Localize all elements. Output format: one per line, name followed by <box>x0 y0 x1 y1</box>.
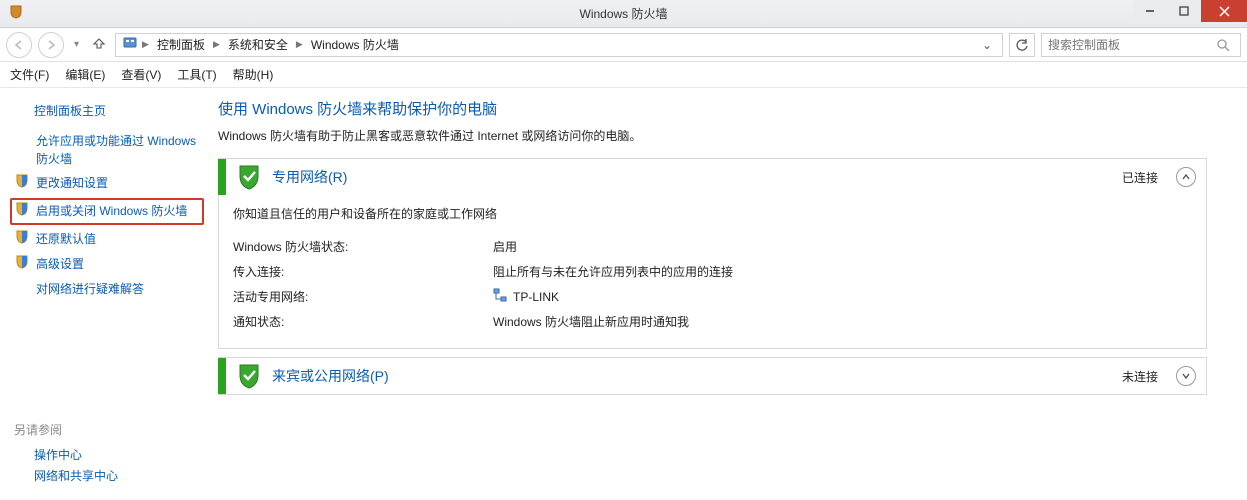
private-network-subtitle: 你知道且信任的用户和设备所在的家庭或工作网络 <box>233 205 1192 222</box>
forward-button[interactable] <box>38 32 64 58</box>
address-dropdown[interactable]: ⌄ <box>978 38 996 52</box>
row-notify-state: 通知状态: Windows 防火墙阻止新应用时通知我 <box>233 309 1192 334</box>
sidebar-item-label: 还原默认值 <box>36 230 200 248</box>
sidebar-advanced[interactable]: 高级设置 <box>14 252 200 277</box>
row-active-network: 活动专用网络: TP-LINK <box>233 284 1192 309</box>
refresh-icon <box>1015 38 1029 52</box>
sidebar-item-label: 高级设置 <box>36 255 200 273</box>
seealso-network-center[interactable]: 网络和共享中心 <box>14 465 118 486</box>
search-input[interactable] <box>1041 33 1241 57</box>
control-panel-home-link[interactable]: 控制面板主页 <box>34 102 200 119</box>
network-icon <box>493 288 507 305</box>
chevron-right-icon: ▶ <box>296 39 303 50</box>
up-button[interactable] <box>89 36 109 53</box>
menu-help[interactable]: 帮助(H) <box>233 66 274 83</box>
control-panel-icon <box>122 35 138 54</box>
expand-button[interactable] <box>1176 366 1196 386</box>
arrow-up-icon <box>92 36 106 50</box>
sidebar-change-notify[interactable]: 更改通知设置 <box>14 171 200 196</box>
shield-icon <box>14 202 30 221</box>
app-icon <box>6 5 26 22</box>
history-dropdown[interactable]: ▾ <box>70 39 83 50</box>
sidebar-troubleshoot[interactable]: 对网络进行疑难解答 <box>14 277 200 301</box>
menu-edit[interactable]: 编辑(E) <box>65 66 105 83</box>
breadcrumb[interactable]: ▶ 控制面板 ▶ 系统和安全 ▶ Windows 防火墙 ⌄ <box>115 33 1003 57</box>
public-network-status: 未连接 <box>1122 368 1158 385</box>
private-network-status: 已连接 <box>1122 169 1158 186</box>
shield-icon <box>14 174 30 193</box>
status-indicator-green <box>218 159 226 195</box>
sidebar-toggle-firewall[interactable]: 启用或关闭 Windows 防火墙 <box>10 198 204 225</box>
page-heading: 使用 Windows 防火墙来帮助保护你的电脑 <box>218 98 1207 119</box>
crumb-firewall[interactable]: Windows 防火墙 <box>307 36 403 53</box>
chevron-up-icon <box>1181 172 1191 182</box>
search-field[interactable] <box>1048 38 1216 52</box>
row-incoming: 传入连接: 阻止所有与未在允许应用列表中的应用的连接 <box>233 259 1192 284</box>
sidebar-item-label: 启用或关闭 Windows 防火墙 <box>36 202 200 220</box>
maximize-button[interactable] <box>1167 0 1201 22</box>
chevron-right-icon: ▶ <box>142 39 149 50</box>
active-network-value: TP-LINK <box>513 290 559 304</box>
public-network-title: 来宾或公用网络(P) <box>272 366 1112 386</box>
private-network-header[interactable]: 专用网络(R) 已连接 <box>219 159 1206 195</box>
sidebar-allow-app[interactable]: 允许应用或功能通过 Windows 防火墙 <box>14 129 200 171</box>
arrow-right-icon <box>45 39 57 51</box>
private-network-panel: 专用网络(R) 已连接 你知道且信任的用户和设备所在的家庭或工作网络 Windo… <box>218 158 1207 349</box>
sidebar-restore-defaults[interactable]: 还原默认值 <box>14 227 200 252</box>
chevron-right-icon: ▶ <box>213 39 220 50</box>
menu-file[interactable]: 文件(F) <box>10 66 49 83</box>
chevron-down-icon <box>1181 371 1191 381</box>
sidebar-item-label: 允许应用或功能通过 Windows 防火墙 <box>36 132 200 168</box>
status-indicator-green <box>218 358 226 394</box>
shield-icon <box>14 255 30 274</box>
row-firewall-state: Windows 防火墙状态: 启用 <box>233 234 1192 259</box>
public-network-panel: 来宾或公用网络(P) 未连接 <box>218 357 1207 395</box>
back-button[interactable] <box>6 32 32 58</box>
shield-icon <box>14 230 30 249</box>
shield-ok-icon <box>236 363 262 389</box>
crumb-control-panel[interactable]: 控制面板 <box>153 36 209 53</box>
menu-view[interactable]: 查看(V) <box>121 66 161 83</box>
sidebar-item-label: 更改通知设置 <box>36 174 200 192</box>
seealso-action-center[interactable]: 操作中心 <box>14 444 118 465</box>
collapse-button[interactable] <box>1176 167 1196 187</box>
page-description: Windows 防火墙有助于防止黑客或恶意软件通过 Internet 或网络访问… <box>218 127 1207 144</box>
window-title: Windows 防火墙 <box>579 5 667 22</box>
refresh-button[interactable] <box>1009 33 1035 57</box>
minimize-button[interactable] <box>1133 0 1167 22</box>
sidebar-item-label: 对网络进行疑难解答 <box>36 280 200 298</box>
menu-tools[interactable]: 工具(T) <box>177 66 216 83</box>
seealso-heading: 另请参阅 <box>14 421 118 438</box>
public-network-header[interactable]: 来宾或公用网络(P) 未连接 <box>219 358 1206 394</box>
shield-ok-icon <box>236 164 262 190</box>
arrow-left-icon <box>13 39 25 51</box>
close-button[interactable] <box>1201 0 1247 22</box>
crumb-system-security[interactable]: 系统和安全 <box>224 36 292 53</box>
search-icon <box>1216 38 1230 52</box>
private-network-title: 专用网络(R) <box>272 167 1112 187</box>
